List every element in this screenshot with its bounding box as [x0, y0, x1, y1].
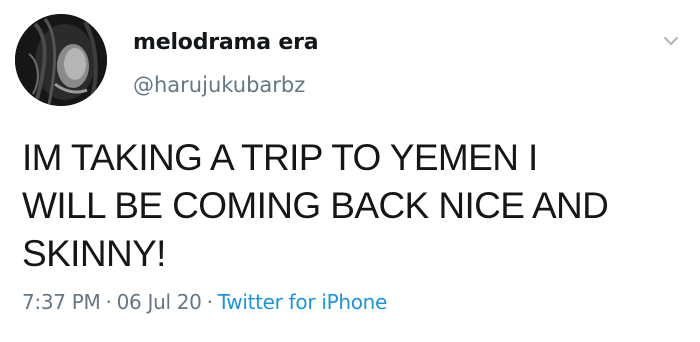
tweet-date[interactable]: 06 Jul 20	[117, 290, 202, 314]
separator-dot: ·	[206, 290, 213, 314]
chevron-down-icon[interactable]	[660, 30, 682, 52]
tweet-text: IM TAKING A TRIP TO YEMEN I WILL BE COMI…	[22, 137, 609, 274]
avatar-image	[15, 14, 107, 106]
tweet-meta: 7:37 PM · 06 Jul 20 · Twitter for iPhone	[22, 290, 387, 314]
tweet-time[interactable]: 7:37 PM	[22, 290, 101, 314]
tweet-card: melodrama era @harujukubarbz IM TAKING A…	[0, 0, 700, 342]
display-name[interactable]: melodrama era	[133, 30, 319, 55]
tweet-source-link[interactable]: Twitter for iPhone	[218, 290, 388, 314]
user-handle[interactable]: @harujukubarbz	[133, 73, 305, 97]
avatar[interactable]	[15, 14, 107, 106]
separator-dot: ·	[105, 290, 112, 314]
